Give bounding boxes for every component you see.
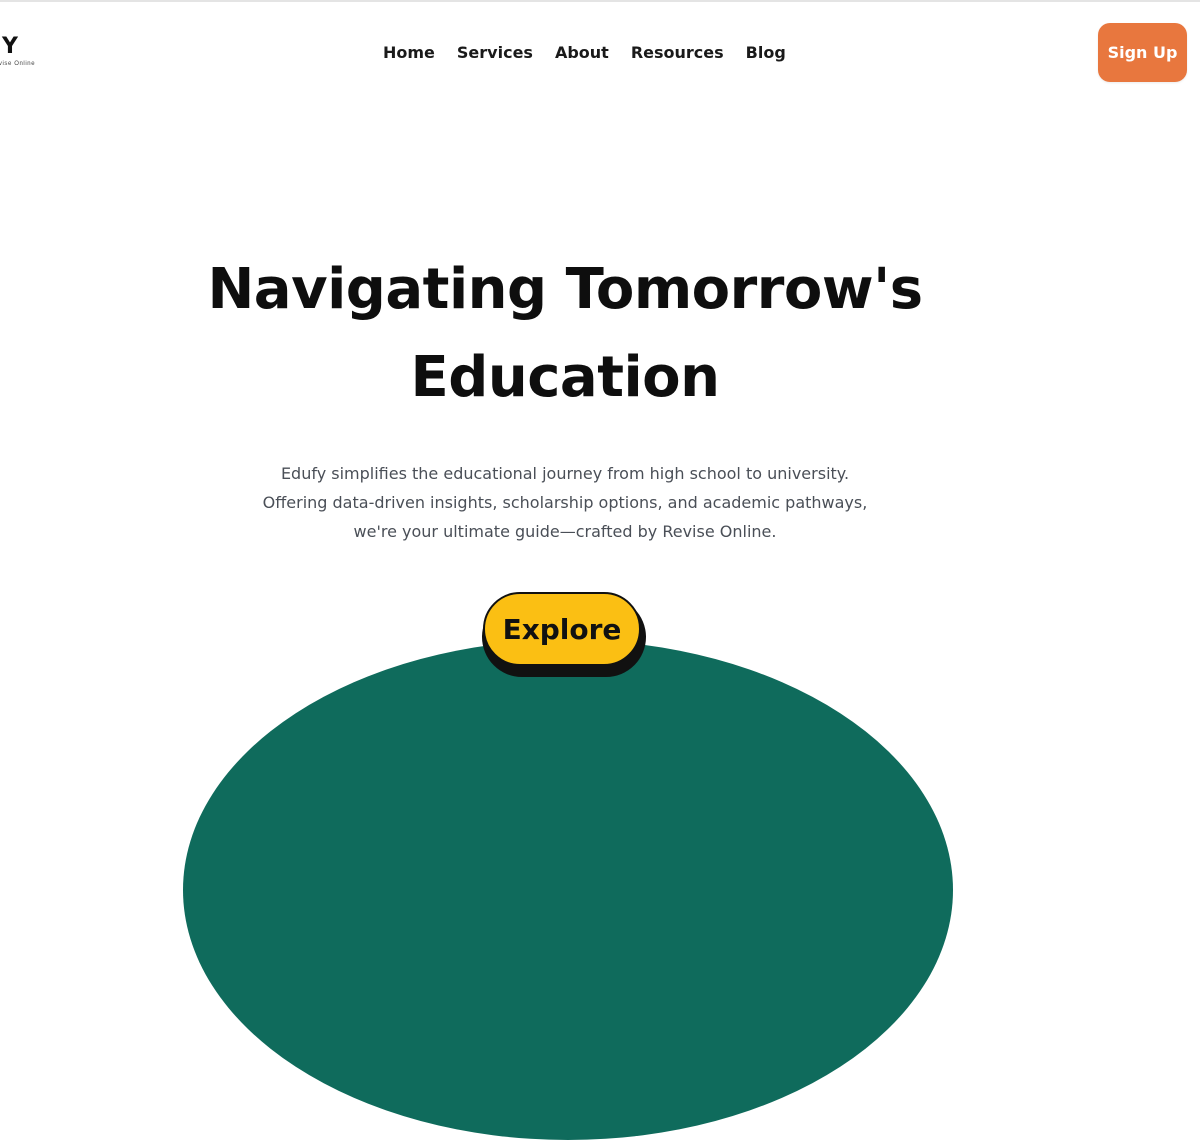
nav-link-resources[interactable]: Resources (620, 40, 735, 66)
nav-link-home[interactable]: Home (372, 40, 446, 66)
nav-link-about[interactable]: About (544, 40, 620, 66)
hero-subtitle-line-3: we're your ultimate guide—crafted by Rev… (353, 522, 777, 541)
hero-title-line-1: Navigating Tomorrow's (207, 257, 923, 322)
hero-subtitle: Edufy simplifies the educational journey… (200, 459, 930, 546)
logo-wordmark: FY (0, 34, 19, 59)
hero-title-line-2: Education (410, 345, 721, 410)
hero-green-arc (183, 640, 953, 1140)
nav-link-services[interactable]: Services (446, 40, 544, 66)
hero-subtitle-line-1: Edufy simplifies the educational journey… (280, 464, 850, 483)
main-nav: Home Services About Resources Blog (372, 40, 797, 66)
logo-tagline: Revise Online (0, 61, 36, 67)
top-border (0, 0, 1200, 2)
explore-button[interactable]: Explore (483, 592, 641, 666)
nav-link-blog[interactable]: Blog (735, 40, 797, 66)
site-logo[interactable]: FY Revise Online (0, 34, 35, 68)
hero-title: Navigating Tomorrow's Education (150, 246, 980, 422)
sign-up-button[interactable]: Sign Up (1098, 23, 1187, 82)
hero-subtitle-line-2: Offering data-driven insights, scholarsh… (262, 493, 868, 512)
